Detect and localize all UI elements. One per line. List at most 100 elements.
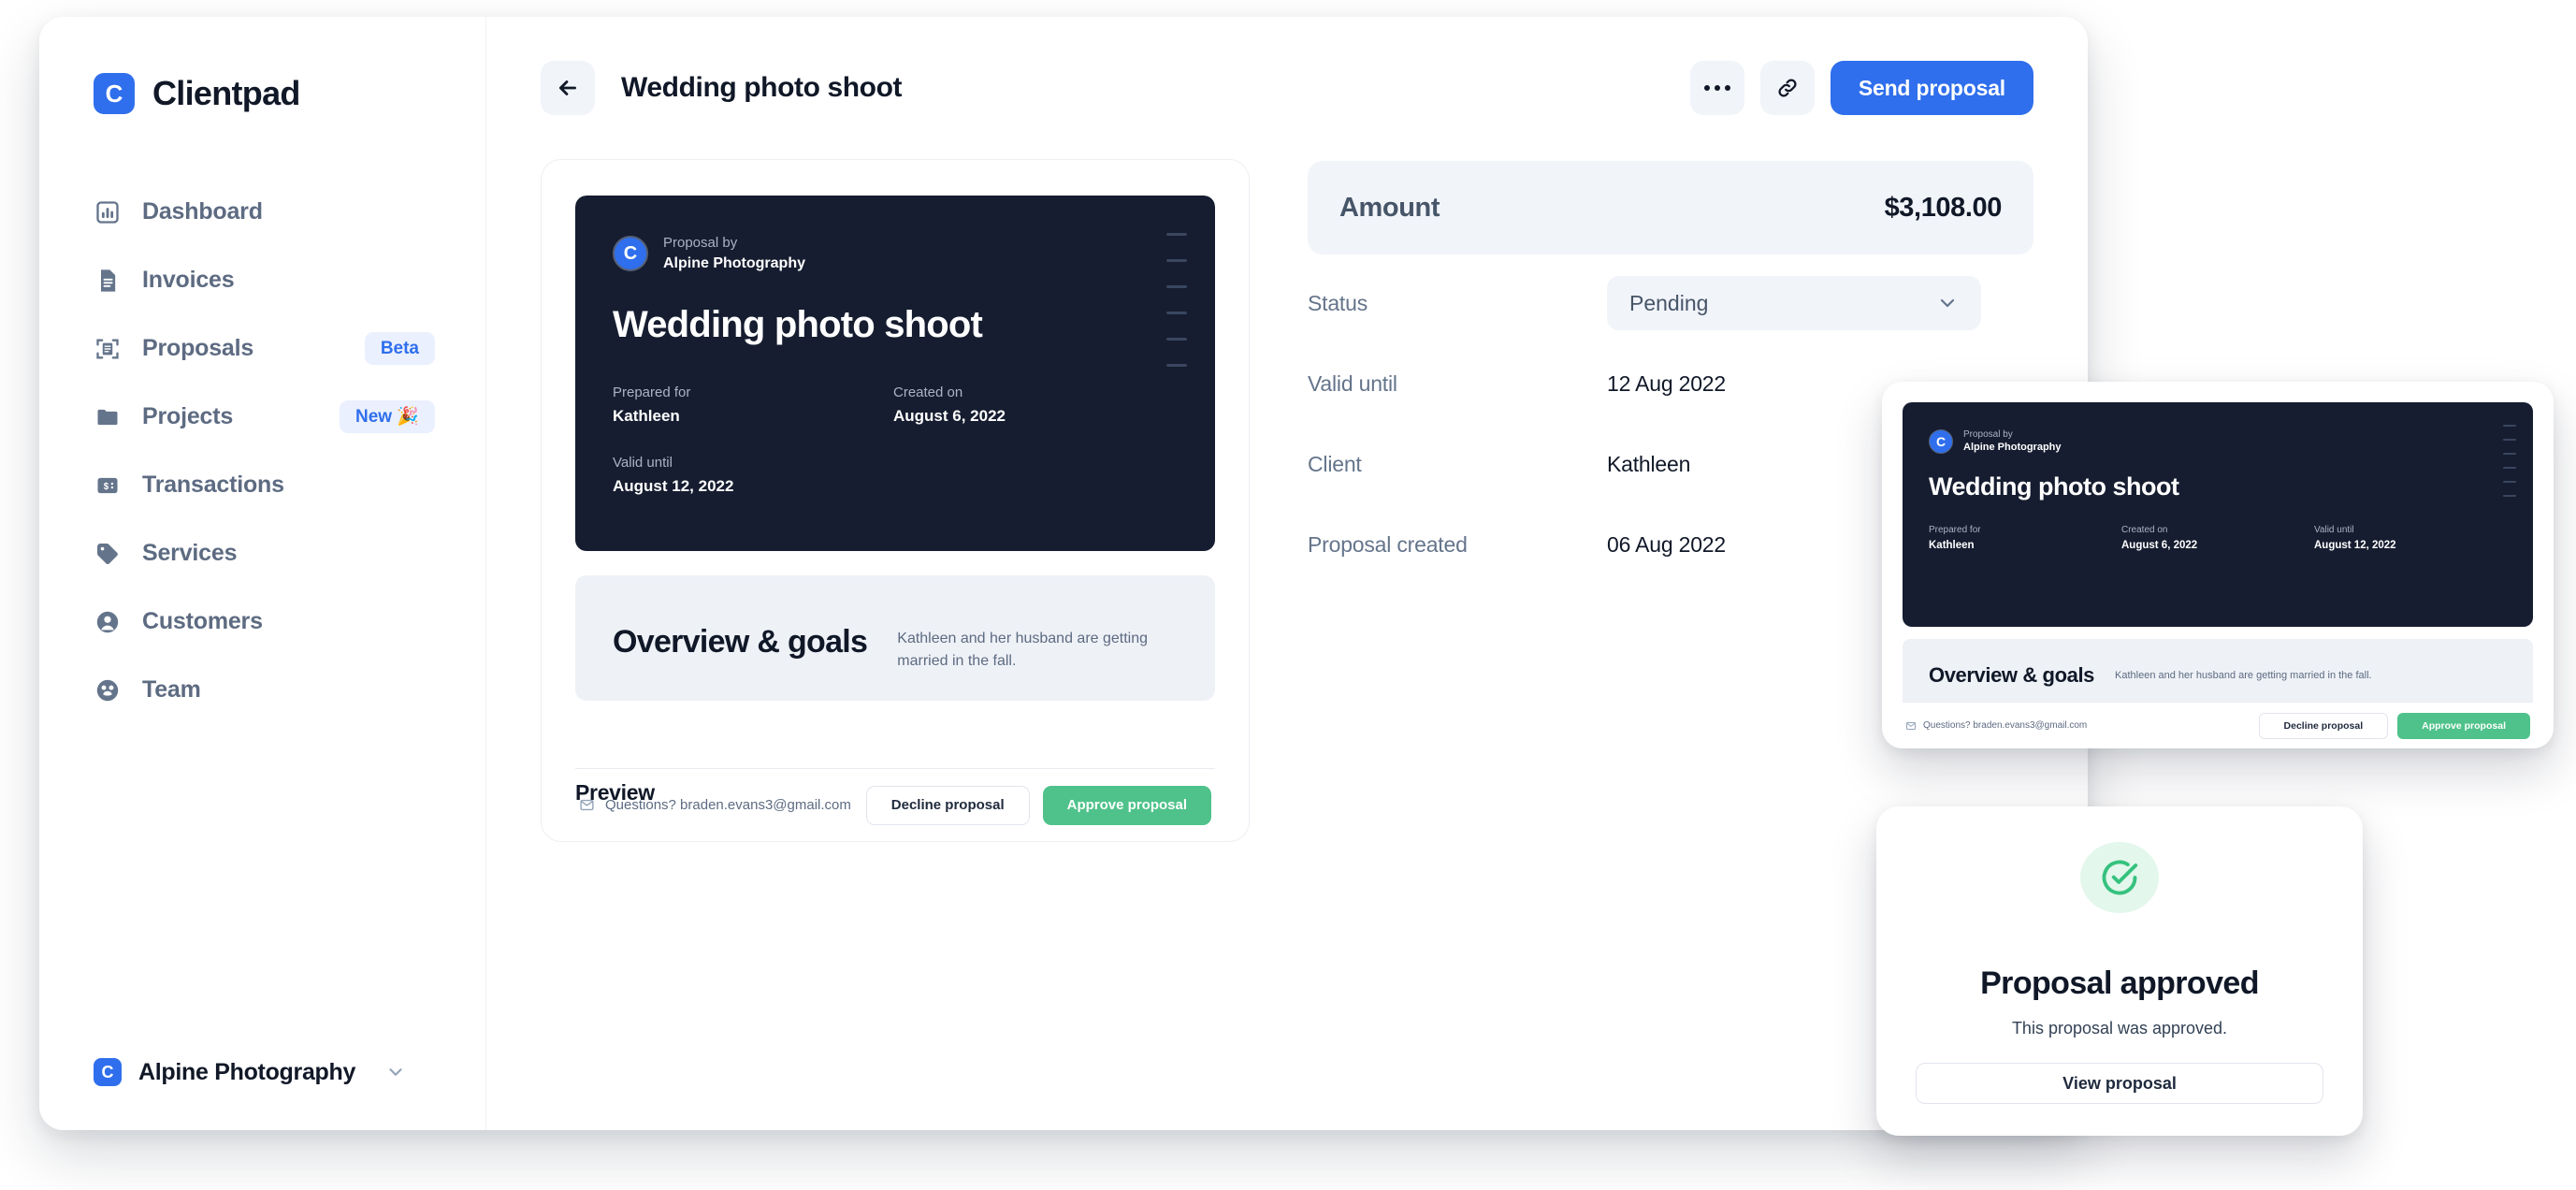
- topbar-actions: Send proposal: [1689, 61, 2033, 115]
- send-proposal-button[interactable]: Send proposal: [1830, 61, 2033, 115]
- overview-title: Overview & goals: [613, 624, 868, 660]
- proposal-by-name: Alpine Photography: [1963, 442, 2062, 453]
- arrow-left-icon: [559, 80, 576, 95]
- sidebar-nav: Dashboard Invoices Proposals Beta Projec…: [39, 178, 485, 724]
- proposal-document-header: C Proposal by Alpine Photography Wedding…: [575, 196, 1215, 551]
- sidebar-item-projects[interactable]: Projects New 🎉: [39, 383, 485, 451]
- preview-label: Preview: [575, 780, 655, 805]
- team-circle-icon: [94, 676, 122, 704]
- link-icon: [1778, 79, 1797, 97]
- floating-proposal-author: C Proposal by Alpine Photography: [1929, 428, 2507, 454]
- decorative-dashes: [1166, 233, 1187, 367]
- floating-action-bar: Questions? braden.evans3@gmail.com Decli…: [1903, 702, 2533, 748]
- document-icon: [94, 267, 122, 295]
- approved-title: Proposal approved: [1980, 965, 2259, 1002]
- floating-proposal-card: C Proposal by Alpine Photography Wedding…: [1882, 382, 2554, 748]
- brand-logo-letter: C: [105, 80, 123, 108]
- questions-text: Questions? braden.evans3@gmail.com: [1923, 720, 2088, 731]
- status-dropdown[interactable]: Pending: [1607, 276, 1981, 330]
- detail-label: Client: [1308, 451, 1362, 476]
- sidebar-item-dashboard[interactable]: Dashboard: [39, 178, 485, 246]
- decline-proposal-button[interactable]: Decline proposal: [2258, 712, 2389, 739]
- sidebar-item-label: Customers: [142, 608, 263, 634]
- amount-value: $3,108.00: [1884, 192, 2003, 223]
- status-label: Status: [1308, 290, 1368, 315]
- app-window: C Clientpad Dashboard Invoices Proposals…: [39, 17, 2088, 1130]
- prepared-for-label: Prepared for: [613, 385, 691, 401]
- proposal-scan-icon: [94, 335, 122, 363]
- status-row: Status Pending: [1308, 271, 2033, 335]
- valid-until-value: August 12, 2022: [613, 477, 734, 496]
- author-avatar-letter: C: [1935, 433, 1946, 449]
- proposal-by-name: Alpine Photography: [663, 255, 805, 271]
- floating-proposal-title: Wedding photo shoot: [1929, 472, 2179, 501]
- approved-subtitle: This proposal was approved.: [2011, 1019, 2228, 1038]
- overview-section: Overview & goals Kathleen and her husban…: [575, 575, 1215, 701]
- chart-box-icon: [94, 198, 122, 226]
- sidebar-item-services[interactable]: Services: [39, 519, 485, 588]
- sidebar-item-label: Transactions: [142, 472, 284, 498]
- created-on-label: Created on: [893, 385, 963, 401]
- proposal-meta-row-2: Valid until August 12, 2022: [613, 456, 1178, 494]
- prepared-for-value: Kathleen: [613, 407, 680, 426]
- proposal-meta-row-1: Prepared for Kathleen Created on August …: [613, 385, 1178, 424]
- valid-until-label: Valid until: [613, 455, 673, 472]
- more-options-button[interactable]: [1689, 61, 1744, 115]
- sidebar-badge-beta: Beta: [364, 332, 435, 365]
- valid-until-label: Valid until: [2314, 525, 2354, 536]
- view-proposal-button[interactable]: View proposal: [1916, 1063, 2323, 1104]
- author-avatar: C: [613, 236, 648, 272]
- folder-icon: [94, 403, 122, 431]
- created-on-label: Created on: [2121, 525, 2168, 536]
- sidebar-item-transactions[interactable]: $ Transactions: [39, 451, 485, 519]
- author-avatar-letter: C: [623, 243, 638, 265]
- svg-text:$: $: [104, 481, 109, 491]
- questions-contact: Questions? braden.evans3@gmail.com: [1905, 720, 2087, 732]
- person-circle-icon: [94, 608, 122, 636]
- sidebar-item-proposals[interactable]: Proposals Beta: [39, 314, 485, 383]
- proposal-document: C Proposal by Alpine Photography Wedding…: [575, 196, 1215, 701]
- check-circle-icon: [2080, 842, 2159, 914]
- status-value: Pending: [1629, 290, 1709, 315]
- sidebar-item-customers[interactable]: Customers: [39, 588, 485, 656]
- approve-proposal-button[interactable]: Approve proposal: [2397, 712, 2530, 739]
- approve-proposal-button[interactable]: Approve proposal: [1042, 785, 1211, 825]
- money-card-icon: $: [94, 472, 122, 500]
- sidebar: C Clientpad Dashboard Invoices Proposals…: [39, 17, 486, 1130]
- floating-overview-section: Overview & goals Kathleen and her husban…: [1903, 639, 2533, 706]
- sidebar-item-team[interactable]: Team: [39, 656, 485, 724]
- amount-label: Amount: [1339, 192, 1440, 223]
- body-area: C Proposal by Alpine Photography Wedding…: [486, 159, 2088, 1130]
- content-area: Wedding photo shoot Send proposal C Prop…: [486, 17, 2088, 1130]
- floating-proposal-meta: Prepared for Kathleen Created on August …: [1929, 526, 2507, 552]
- workspace-logo-letter: C: [101, 1063, 114, 1081]
- sidebar-item-label: Services: [142, 540, 238, 566]
- proposal-author: C Proposal by Alpine Photography: [613, 235, 1178, 272]
- sidebar-item-label: Dashboard: [142, 198, 263, 225]
- brand: C Clientpad: [39, 67, 485, 120]
- overview-title: Overview & goals: [1929, 663, 2095, 687]
- author-avatar: C: [1929, 428, 1953, 454]
- decorative-dashes: [2503, 425, 2516, 497]
- more-horizontal-icon: [1703, 85, 1730, 91]
- valid-until-value: August 12, 2022: [2314, 540, 2396, 552]
- chevron-down-icon: [1936, 292, 1959, 314]
- proposal-by-label: Proposal by: [663, 235, 738, 251]
- overview-text: Kathleen and her husband are getting mar…: [897, 631, 1149, 669]
- proposal-by-label: Proposal by: [1963, 429, 2013, 440]
- decline-proposal-button[interactable]: Decline proposal: [865, 785, 1030, 825]
- copy-link-button[interactable]: [1759, 61, 1815, 115]
- workspace-logo-icon: C: [94, 1058, 122, 1086]
- sidebar-badge-new: New 🎉: [339, 400, 435, 433]
- chevron-down-icon: [385, 1062, 406, 1082]
- proposal-approved-card: Proposal approved This proposal was appr…: [1876, 806, 2363, 1136]
- detail-value: Kathleen: [1607, 451, 1691, 476]
- detail-label: Proposal created: [1308, 531, 1468, 557]
- workspace-switcher[interactable]: C Alpine Photography: [39, 1046, 485, 1098]
- proposal-preview-card: C Proposal by Alpine Photography Wedding…: [541, 159, 1250, 842]
- created-on-value: August 6, 2022: [2121, 540, 2198, 552]
- sidebar-item-label: Team: [142, 676, 201, 703]
- back-button[interactable]: [541, 61, 595, 115]
- sidebar-item-invoices[interactable]: Invoices: [39, 246, 485, 314]
- sidebar-item-label: Proposals: [142, 335, 254, 361]
